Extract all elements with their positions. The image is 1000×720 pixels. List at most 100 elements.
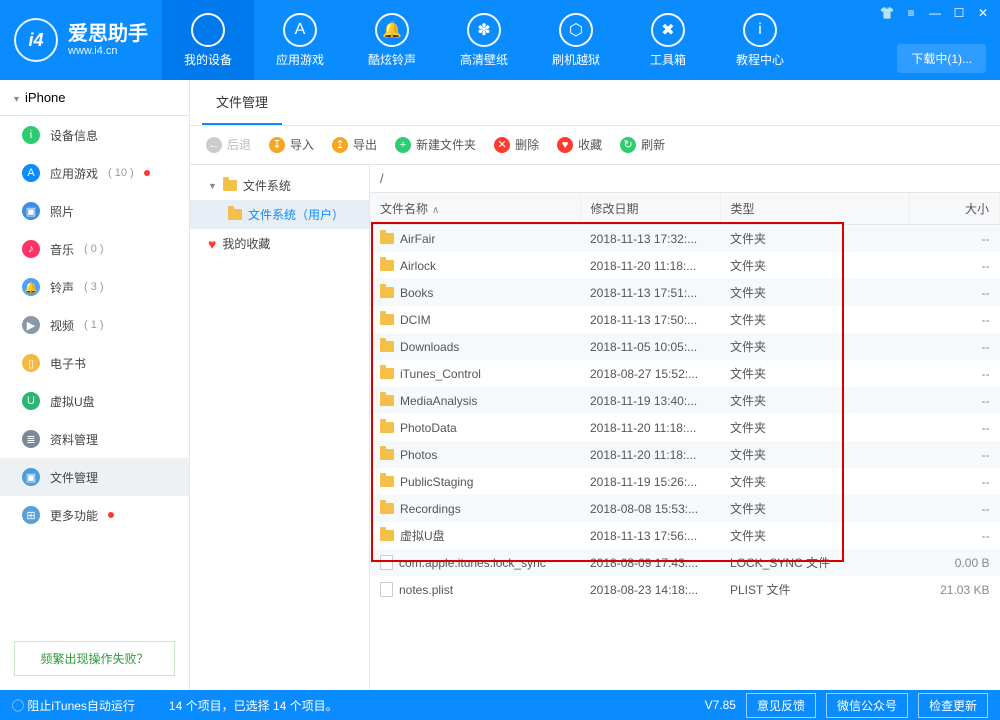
tree-favorites[interactable]: ♥我的收藏 — [190, 229, 369, 258]
toolbar: ←后退 ↧导入 ↥导出 +新建文件夹 ✕删除 ♥收藏 ↻刷新 — [190, 126, 1000, 164]
title-bar: i4 爱思助手 www.i4.cn 我的设备A应用游戏🔔酷炫铃声✽高清壁纸⬡刷机… — [0, 0, 1000, 80]
content-tabbar: 文件管理 — [190, 80, 1000, 126]
file-list-panel: / 文件名称∧ 修改日期 类型 大小 AirFair2018-11-13 17:… — [370, 165, 1000, 690]
sidebar-icon: i — [22, 126, 40, 144]
tree-root[interactable]: ▼文件系统 — [190, 171, 369, 200]
col-date[interactable]: 修改日期 — [580, 193, 720, 225]
folder-icon — [380, 368, 394, 379]
itunes-block-toggle[interactable]: ◯ 阻止iTunes自动运行 — [12, 697, 135, 714]
file-icon — [380, 582, 393, 597]
version-label: V7.85 — [705, 698, 736, 712]
sidebar-item-6[interactable]: ▯电子书 — [0, 344, 189, 382]
col-name[interactable]: 文件名称∧ — [370, 193, 580, 225]
folder-tree: ▼文件系统 文件系统（用户） ♥我的收藏 — [190, 165, 370, 690]
skin-icon[interactable]: 👕 — [876, 4, 898, 22]
sidebar-icon: ▣ — [22, 468, 40, 486]
sidebar-device-header[interactable]: iPhone — [0, 80, 189, 116]
col-size[interactable]: 大小 — [910, 193, 1000, 225]
table-row[interactable]: Recordings2018-08-08 15:53:...文件夹-- — [370, 495, 1000, 522]
folder-icon — [380, 260, 394, 271]
nav-tab-2[interactable]: 🔔酷炫铃声 — [346, 0, 438, 80]
table-row[interactable]: MediaAnalysis2018-11-19 13:40:...文件夹-- — [370, 387, 1000, 414]
main-panel: 文件管理 ←后退 ↧导入 ↥导出 +新建文件夹 ✕删除 ♥收藏 ↻刷新 ▼文件系… — [190, 80, 1000, 690]
sidebar-item-7[interactable]: U虚拟U盘 — [0, 382, 189, 420]
sidebar-icon: ♪ — [22, 240, 40, 258]
col-type[interactable]: 类型 — [720, 193, 910, 225]
sidebar-help-link[interactable]: 频繁出现操作失败？ — [14, 641, 175, 676]
table-row[interactable]: notes.plist2018-08-23 14:18:...PLIST 文件2… — [370, 576, 1000, 603]
sidebar-icon: ▯ — [22, 354, 40, 372]
export-button[interactable]: ↥导出 — [332, 136, 377, 153]
sidebar-icon: 🔔 — [22, 278, 40, 296]
tab-file-manage[interactable]: 文件管理 — [202, 80, 282, 125]
brand-url: www.i4.cn — [68, 45, 148, 57]
folder-icon — [380, 233, 394, 244]
nav-icon: ✽ — [467, 13, 501, 47]
nav-tab-0[interactable]: 我的设备 — [162, 0, 254, 80]
sidebar-item-5[interactable]: ▶视频( 1 ) — [0, 306, 189, 344]
nav-tab-6[interactable]: i教程中心 — [714, 0, 806, 80]
nav-tab-3[interactable]: ✽高清壁纸 — [438, 0, 530, 80]
wechat-button[interactable]: 微信公众号 — [826, 693, 908, 718]
feedback-button[interactable]: 意见反馈 — [746, 693, 816, 718]
table-row[interactable]: PhotoData2018-11-20 11:18:...文件夹-- — [370, 414, 1000, 441]
sidebar-item-0[interactable]: i设备信息 — [0, 116, 189, 154]
folder-icon — [380, 449, 394, 460]
favorite-button[interactable]: ♥收藏 — [557, 136, 602, 153]
sidebar-icon: ⊞ — [22, 506, 40, 524]
back-button: ←后退 — [206, 136, 251, 153]
table-row[interactable]: iTunes_Control2018-08-27 15:52:...文件夹-- — [370, 360, 1000, 387]
table-row[interactable]: Downloads2018-11-05 10:05:...文件夹-- — [370, 333, 1000, 360]
folder-icon — [380, 395, 394, 406]
nav-tab-4[interactable]: ⬡刷机越狱 — [530, 0, 622, 80]
folder-icon — [380, 476, 394, 487]
import-button[interactable]: ↧导入 — [269, 136, 314, 153]
table-row[interactable]: Airlock2018-11-20 11:18:...文件夹-- — [370, 252, 1000, 279]
sidebar-item-8[interactable]: ≣资料管理 — [0, 420, 189, 458]
sidebar-item-4[interactable]: 🔔铃声( 3 ) — [0, 268, 189, 306]
minimize-icon[interactable]: — — [924, 4, 946, 22]
table-row[interactable]: 虚拟U盘2018-11-13 17:56:...文件夹-- — [370, 522, 1000, 549]
table-row[interactable]: Photos2018-11-20 11:18:...文件夹-- — [370, 441, 1000, 468]
folder-icon — [380, 422, 394, 433]
download-button[interactable]: 下载中(1)... — [897, 44, 986, 73]
nav-tab-5[interactable]: ✖工具箱 — [622, 0, 714, 80]
file-icon — [380, 555, 393, 570]
sidebar-item-9[interactable]: ▣文件管理 — [0, 458, 189, 496]
nav-icon: 🔔 — [375, 13, 409, 47]
folder-icon — [223, 180, 237, 191]
sidebar-icon: ≣ — [22, 430, 40, 448]
table-row[interactable]: PublicStaging2018-11-19 15:26:...文件夹-- — [370, 468, 1000, 495]
sidebar-item-10[interactable]: ⊞更多功能 — [0, 496, 189, 534]
folder-icon — [380, 503, 394, 514]
status-summary: 14 个项目，已选择 14 个项目。 — [169, 697, 338, 714]
sidebar-icon: U — [22, 392, 40, 410]
window-controls: 👕 ≡ — ☐ ✕ — [876, 4, 994, 22]
table-row[interactable]: DCIM2018-11-13 17:50:...文件夹-- — [370, 306, 1000, 333]
tree-user-fs[interactable]: 文件系统（用户） — [190, 200, 369, 229]
logo-icon: i4 — [14, 18, 58, 62]
path-bar[interactable]: / — [370, 165, 1000, 193]
close-icon[interactable]: ✕ — [972, 4, 994, 22]
sidebar-item-3[interactable]: ♪音乐( 0 ) — [0, 230, 189, 268]
refresh-button[interactable]: ↻刷新 — [620, 136, 665, 153]
heart-icon: ♥ — [208, 236, 216, 252]
new-folder-button[interactable]: +新建文件夹 — [395, 136, 476, 153]
table-row[interactable]: AirFair2018-11-13 17:32:...文件夹-- — [370, 225, 1000, 253]
menu-icon[interactable]: ≡ — [900, 4, 922, 22]
folder-icon — [380, 530, 394, 541]
notification-dot — [144, 170, 150, 176]
maximize-icon[interactable]: ☐ — [948, 4, 970, 22]
folder-icon — [380, 341, 394, 352]
table-row[interactable]: com.apple.itunes.lock_sync2018-08-09 17:… — [370, 549, 1000, 576]
nav-icon: i — [743, 13, 777, 47]
sidebar-item-1[interactable]: A应用游戏( 10 ) — [0, 154, 189, 192]
folder-icon — [380, 314, 394, 325]
delete-button[interactable]: ✕删除 — [494, 136, 539, 153]
brand-logo: i4 爱思助手 www.i4.cn — [0, 18, 162, 62]
check-update-button[interactable]: 检查更新 — [918, 693, 988, 718]
table-row[interactable]: Books2018-11-13 17:51:...文件夹-- — [370, 279, 1000, 306]
sidebar-item-2[interactable]: ▣照片 — [0, 192, 189, 230]
folder-icon — [228, 209, 242, 220]
nav-tab-1[interactable]: A应用游戏 — [254, 0, 346, 80]
